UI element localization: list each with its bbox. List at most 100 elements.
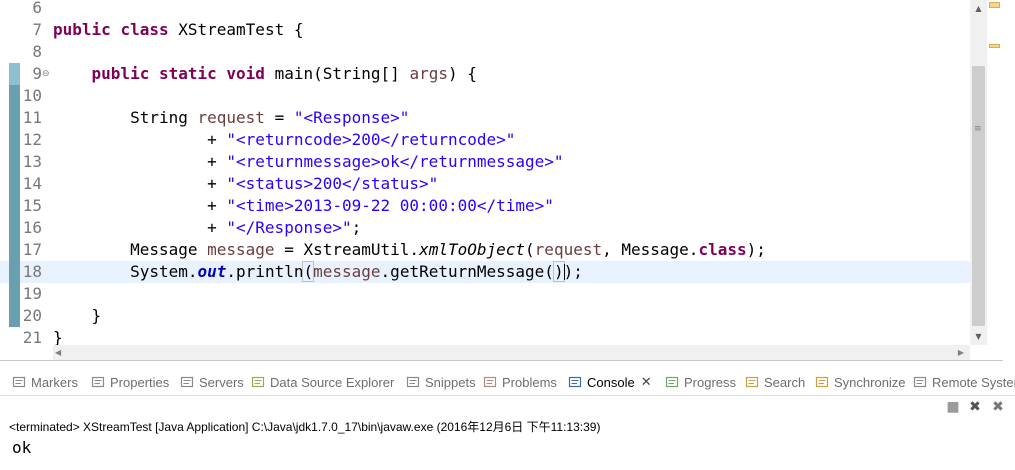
code-text[interactable]: public static void main(String[] args) { (53, 63, 477, 85)
code-token: ) { (447, 64, 477, 83)
code-line[interactable]: 11 String request = "<Response>" (0, 107, 970, 129)
code-text[interactable]: System.out.println(message.getReturnMess… (53, 261, 583, 283)
code-line[interactable]: 20 } (0, 305, 970, 327)
text-caret (564, 264, 565, 280)
scroll-down-arrow-icon[interactable]: ▼ (970, 328, 987, 345)
code-line[interactable]: 6 (0, 0, 970, 19)
tab-remote-systems[interactable]: Remote Systems (913, 370, 1015, 394)
code-text[interactable]: Message message = XstreamUtil.xmlToObjec… (53, 239, 766, 261)
problems-icon (483, 375, 497, 389)
line-number: 8 (32, 42, 42, 61)
line-number: 13 (22, 152, 42, 171)
scroll-left-arrow-icon[interactable]: ◀ (55, 345, 61, 360)
variable-token: request (534, 240, 603, 259)
overview-ruler[interactable] (987, 0, 1003, 345)
overview-occurrence-marker[interactable] (989, 44, 1000, 48)
code-line[interactable]: 19 (0, 283, 970, 305)
tab-label: Problems (502, 374, 557, 390)
editor-vertical-scrollbar[interactable]: ▲ ≡ ▼ (970, 0, 987, 345)
java-editor[interactable]: 6 7 public class XStreamTest {8 9 ⊖ public s… (0, 0, 1003, 360)
console-output-text[interactable]: ok (12, 438, 31, 458)
code-token: + (53, 196, 227, 215)
scrollbar-grip-icon: ≡ (974, 124, 982, 134)
keyword-token: public (91, 64, 150, 83)
close-tab-icon[interactable]: ✕ (641, 374, 652, 390)
code-token: + (53, 218, 227, 237)
console-toolbar: ■ ✖ ✖ (940, 396, 1015, 418)
scroll-up-arrow-icon[interactable]: ▲ (970, 0, 987, 17)
static-method-token: xmlToObject (419, 240, 526, 259)
keyword-token: void (226, 64, 265, 83)
synchronize-icon (815, 375, 829, 389)
tab-snippets[interactable]: Snippets (406, 370, 476, 394)
code-text[interactable]: + "<returncode>200</returncode>" (53, 129, 515, 151)
code-line[interactable]: 21} (0, 327, 970, 345)
remove-all-terminated-icon[interactable]: ✖ (990, 399, 1006, 415)
tab-markers[interactable]: Markers (12, 370, 78, 394)
tab-console[interactable]: Console ✕ (568, 370, 652, 394)
code-text[interactable]: + "<status>200</status>" (53, 173, 438, 195)
code-line[interactable]: 12 + "<returncode>200</returncode>" (0, 129, 970, 151)
tab-bar-divider (0, 395, 1015, 396)
code-text[interactable]: + "<time>2013-09-22 00:00:00</time>" (53, 195, 554, 217)
tab-properties[interactable]: Properties (91, 370, 169, 394)
tab-servers[interactable]: Servers (180, 370, 244, 394)
code-text[interactable]: String request = "<Response>" (53, 107, 409, 129)
code-text[interactable]: public class XStreamTest { (53, 19, 303, 41)
views-tab-bar: Markers Properties Servers Data Source Expl… (0, 368, 1015, 396)
code-line[interactable]: 7 public class XStreamTest { (0, 19, 970, 41)
string-literal-token: "<status>200</status>" (226, 174, 439, 193)
tab-data-source-explorer[interactable]: Data Source Explorer (251, 370, 394, 394)
remove-launch-icon[interactable]: ✖ (967, 399, 983, 415)
tab-search[interactable]: Search (745, 370, 805, 394)
line-number: 15 (22, 196, 42, 215)
tab-problems[interactable]: Problems (483, 370, 557, 394)
current-code-line[interactable]: 18 System.out.println(message.getReturnM… (0, 261, 970, 283)
code-token: = (264, 108, 294, 127)
code-text[interactable]: } (53, 327, 63, 345)
code-token: + (53, 130, 227, 149)
scroll-right-arrow-icon[interactable]: ▶ (958, 345, 964, 360)
matching-bracket: ) (552, 261, 565, 282)
code-line[interactable]: 9 ⊖ public static void main(String[] args… (0, 63, 970, 85)
code-token: Message (53, 240, 208, 259)
code-token: main(String[] (264, 64, 410, 83)
variable-token: request (197, 108, 265, 127)
code-text[interactable]: + "</Response>"; (53, 217, 361, 239)
console-icon (568, 375, 582, 389)
terminate-icon[interactable]: ■ (945, 399, 961, 415)
code-line[interactable]: 10 (0, 85, 970, 107)
properties-icon (91, 375, 105, 389)
overview-warning-marker[interactable] (989, 2, 1000, 8)
console-launch-status: <terminated> XStreamTest [Java Applicati… (9, 420, 601, 434)
code-line[interactable]: 8 (0, 41, 970, 63)
code-line[interactable]: 17 Message message = XstreamUtil.xmlToOb… (0, 239, 970, 261)
matching-bracket: ( (302, 261, 315, 282)
line-number: 20 (22, 306, 42, 325)
code-token: ( (525, 240, 535, 259)
code-token: + (53, 152, 227, 171)
static-field-token: out (197, 262, 227, 281)
string-literal-token: "<returnmessage>ok</returnmessage>" (226, 152, 564, 171)
editor-horizontal-scrollbar[interactable]: ◀ ▶ (53, 345, 970, 360)
code-line[interactable]: 16 + "</Response>"; (0, 217, 970, 239)
code-token: + (53, 174, 227, 193)
variable-token: args (409, 64, 448, 83)
code-token: ); (746, 240, 766, 259)
code-line[interactable]: 15 + "<time>2013-09-22 00:00:00</time>" (0, 195, 970, 217)
code-text-area[interactable]: 6 7 public class XStreamTest {8 9 ⊖ public s… (0, 0, 970, 345)
code-line[interactable]: 13 + "<returnmessage>ok</returnmessage>" (0, 151, 970, 173)
tab-synchronize[interactable]: Synchronize (815, 370, 906, 394)
code-text[interactable]: } (53, 305, 102, 327)
servers-icon (180, 375, 194, 389)
fold-collapse-icon[interactable]: ⊖ (42, 70, 50, 79)
code-text[interactable]: + "<returnmessage>ok</returnmessage>" (53, 151, 564, 173)
snippets-icon (406, 375, 420, 389)
code-line[interactable]: 14 + "<status>200</status>" (0, 173, 970, 195)
tab-progress[interactable]: Progress (665, 370, 736, 394)
scrollbar-thumb[interactable] (972, 66, 985, 326)
line-number: 17 (22, 240, 42, 259)
line-number: 16 (22, 218, 42, 237)
tab-label: Data Source Explorer (270, 374, 395, 390)
